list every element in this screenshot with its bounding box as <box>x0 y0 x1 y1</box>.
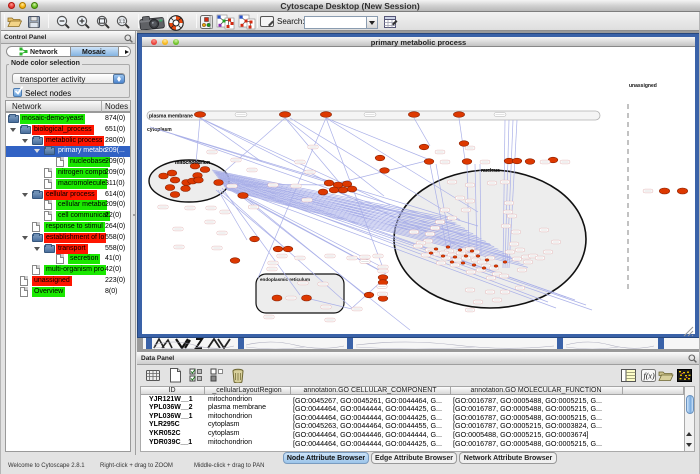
svg-text:1:1: 1:1 <box>119 19 126 24</box>
svg-text:plasma membrane: plasma membrane <box>149 114 193 120</box>
svg-text:unassigned: unassigned <box>629 83 657 89</box>
svg-text:nucleus: nucleus <box>481 168 500 174</box>
svg-text:mitochondrion: mitochondrion <box>175 160 210 166</box>
svg-text:f(x): f(x) <box>644 372 655 381</box>
